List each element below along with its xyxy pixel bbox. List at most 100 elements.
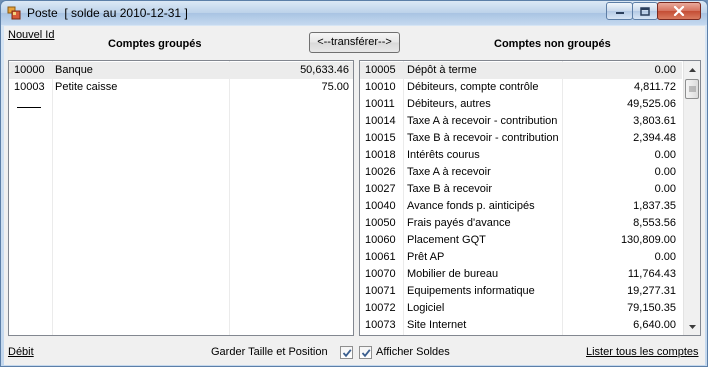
ungrouped-account-row[interactable]: 10015 Taxe B à recevoir - contribution 2,3… bbox=[360, 130, 682, 147]
application-window: Poste [ solde au 2010-12-31 ] Nouvel Id … bbox=[0, 0, 708, 367]
account-amount: 130,809.00 bbox=[620, 234, 676, 246]
close-icon bbox=[658, 3, 700, 19]
maximize-button[interactable] bbox=[632, 2, 658, 20]
account-id: 10010 bbox=[365, 81, 396, 93]
account-name: Taxe A à recevoir bbox=[407, 166, 491, 178]
account-amount: 0.00 bbox=[654, 251, 676, 263]
ungrouped-account-row[interactable]: 10040 Avance fonds p. ainticipés 1,837.35 bbox=[360, 198, 682, 215]
account-name: Frais payés d'avance bbox=[407, 217, 511, 229]
ungrouped-account-row[interactable]: 10027 Taxe B à recevoir 0.00 bbox=[360, 181, 682, 198]
new-id-link[interactable]: Nouvel Id bbox=[8, 29, 54, 41]
ungrouped-account-row[interactable]: 10011 Débiteurs, autres 49,525.06 bbox=[360, 96, 682, 113]
title-bar[interactable]: Poste [ solde au 2010-12-31 ] bbox=[1, 1, 707, 25]
account-amount: 0.00 bbox=[654, 183, 676, 195]
ungrouped-account-row[interactable]: 10073 Site Internet 6,640.00 bbox=[360, 317, 682, 334]
ungrouped-account-row[interactable]: 10005 Dépôt à terme 0.00 bbox=[360, 62, 682, 79]
account-id: 10003 bbox=[14, 81, 45, 93]
account-amount: 3,803.61 bbox=[633, 115, 676, 127]
account-id: 10015 bbox=[365, 132, 396, 144]
ungrouped-account-row[interactable]: 10070 Mobilier de bureau 11,764.43 bbox=[360, 266, 682, 283]
new-row-marker bbox=[17, 107, 41, 108]
account-name: Débiteurs, autres bbox=[407, 98, 491, 110]
account-name: Placement GQT bbox=[407, 234, 486, 246]
scrollbar-thumb[interactable] bbox=[685, 79, 699, 99]
account-id: 10060 bbox=[365, 234, 396, 246]
account-amount: 50,633.46 bbox=[300, 64, 349, 76]
ungrouped-account-row[interactable]: 10014 Taxe A à recevoir - contribution 3,8… bbox=[360, 113, 682, 130]
account-name: Taxe B à recevoir bbox=[407, 183, 492, 195]
debit-link[interactable]: Débit bbox=[8, 346, 34, 358]
scroll-down-button[interactable] bbox=[684, 318, 700, 335]
minimize-icon bbox=[607, 3, 632, 19]
account-name: Intérêts courus bbox=[407, 149, 480, 161]
account-name: Banque bbox=[55, 64, 93, 76]
show-balances-label: Afficher Soldes bbox=[376, 346, 450, 358]
account-amount: 8,553.56 bbox=[633, 217, 676, 229]
account-amount: 1,837.35 bbox=[633, 200, 676, 212]
account-id: 10026 bbox=[365, 166, 396, 178]
account-id: 10000 bbox=[14, 64, 45, 76]
ungrouped-account-row[interactable]: 10026 Taxe A à recevoir 0.00 bbox=[360, 164, 682, 181]
vertical-scrollbar[interactable] bbox=[683, 61, 700, 335]
keep-size-label: Garder Taille et Position bbox=[211, 346, 328, 358]
ungrouped-account-row[interactable]: 10071 Equipements informatique 19,277.31 bbox=[360, 283, 682, 300]
ungrouped-account-row[interactable]: 10050 Frais payés d'avance 8,553.56 bbox=[360, 215, 682, 232]
ungrouped-accounts-list[interactable]: 10005 Dépôt à terme 0.00 10010 Débiteurs, co… bbox=[359, 60, 701, 336]
ungrouped-account-row[interactable]: 10010 Débiteurs, compte contrôle 4,811.72 bbox=[360, 79, 682, 96]
account-id: 10073 bbox=[365, 319, 396, 331]
show-balances-checkbox[interactable] bbox=[359, 346, 372, 359]
account-amount: 6,640.00 bbox=[633, 319, 676, 331]
account-id: 10005 bbox=[365, 64, 396, 76]
window-title: Poste [ solde au 2010-12-31 ] bbox=[27, 6, 188, 20]
account-amount: 0.00 bbox=[654, 64, 676, 76]
scroll-up-button[interactable] bbox=[684, 61, 700, 78]
close-button[interactable] bbox=[657, 2, 701, 20]
scroll-up-arrow-icon bbox=[688, 67, 696, 72]
scroll-down-arrow-icon bbox=[688, 324, 696, 329]
account-amount: 11,764.43 bbox=[627, 268, 676, 280]
account-amount: 0.00 bbox=[654, 166, 676, 178]
account-id: 10071 bbox=[365, 285, 396, 297]
account-id: 10014 bbox=[365, 115, 396, 127]
grouped-accounts-list[interactable]: 10000 Banque 50,633.46 10003 Petite cais… bbox=[8, 60, 354, 336]
account-name: Débiteurs, compte contrôle bbox=[407, 81, 539, 93]
ungrouped-account-row[interactable]: 10072 Logiciel 79,150.35 bbox=[360, 300, 682, 317]
account-id: 10070 bbox=[365, 268, 396, 280]
account-name: Dépôt à terme bbox=[407, 64, 477, 76]
account-amount: 19,277.31 bbox=[627, 285, 676, 297]
ungrouped-account-row[interactable]: 10060 Placement GQT 130,809.00 bbox=[360, 232, 682, 249]
account-id: 10011 bbox=[365, 98, 395, 110]
minimize-button[interactable] bbox=[606, 2, 633, 20]
account-name: Prêt AP bbox=[407, 251, 445, 263]
account-id: 10018 bbox=[365, 149, 396, 161]
account-name: Petite caisse bbox=[55, 81, 118, 93]
account-id: 10050 bbox=[365, 217, 396, 229]
ungrouped-account-row[interactable]: 10018 Intérêts courus 0.00 bbox=[360, 147, 682, 164]
account-amount: 4,811.72 bbox=[633, 81, 676, 93]
account-amount: 49,525.06 bbox=[627, 98, 676, 110]
checkmark-icon bbox=[342, 349, 352, 358]
keep-size-checkbox[interactable] bbox=[340, 346, 353, 359]
account-id: 10061 bbox=[365, 251, 396, 263]
grouped-account-row[interactable]: 10000 Banque 50,633.46 bbox=[9, 62, 353, 79]
column-divider bbox=[229, 61, 230, 335]
account-name: Taxe B à recevoir - contribution bbox=[407, 132, 559, 144]
account-name: Logiciel bbox=[407, 302, 445, 314]
client-area: Nouvel Id Comptes groupés <--transférer-… bbox=[4, 26, 705, 365]
account-name: Taxe A à recevoir - contribution bbox=[407, 115, 558, 127]
transfer-button[interactable]: <--transférer--> bbox=[309, 32, 400, 53]
account-name: Equipements informatique bbox=[407, 285, 535, 297]
grouped-accounts-header: Comptes groupés bbox=[108, 38, 202, 50]
ungrouped-account-row[interactable]: 10061 Prêt AP 0.00 bbox=[360, 249, 682, 266]
window-app-icon bbox=[7, 6, 21, 20]
account-amount: 75.00 bbox=[321, 81, 349, 93]
ungrouped-accounts-header: Comptes non groupés bbox=[494, 38, 611, 50]
account-id: 10072 bbox=[365, 302, 396, 314]
list-all-accounts-link[interactable]: Lister tous les comptes bbox=[586, 346, 699, 358]
account-amount: 0.00 bbox=[654, 149, 676, 161]
account-amount: 79,150.35 bbox=[627, 302, 676, 314]
account-id: 10027 bbox=[365, 183, 396, 195]
account-id: 10040 bbox=[365, 200, 396, 212]
grouped-account-row[interactable]: 10003 Petite caisse 75.00 bbox=[9, 79, 353, 96]
maximize-icon bbox=[633, 3, 657, 19]
